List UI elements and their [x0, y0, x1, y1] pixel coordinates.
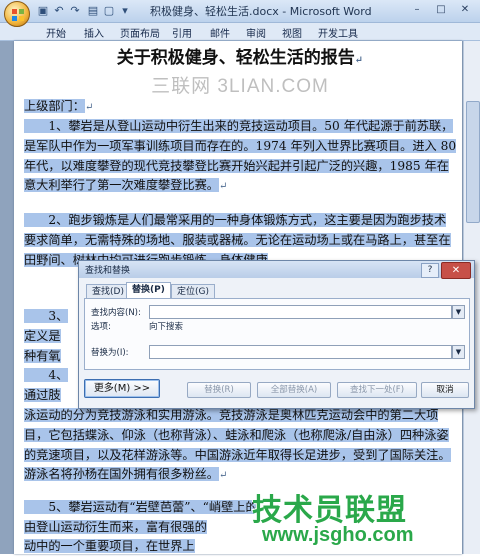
paragraph-4-body[interactable]: 泳运动的分为竞技游泳和实用游泳。竞技游泳是奥林匹克运动会中的第二大项目，它包括蝶… — [24, 406, 458, 486]
tab-developer[interactable]: 开发工具 — [318, 25, 358, 40]
save-icon[interactable]: ▣ — [36, 4, 50, 18]
tab-replace[interactable]: 替换(P) — [126, 282, 171, 299]
replace-with-input[interactable] — [149, 345, 452, 359]
dialog-close-button[interactable]: ✕ — [441, 262, 471, 279]
tab-goto[interactable]: 定位(G) — [171, 284, 215, 299]
replace-button[interactable]: 替换(R) — [187, 382, 251, 398]
find-what-input[interactable] — [149, 305, 452, 319]
replace-all-button[interactable]: 全部替换(A) — [257, 382, 331, 398]
dialog-title-bar[interactable]: 查找和替换 ? ✕ — [79, 261, 474, 279]
find-dropdown-icon[interactable]: ▼ — [452, 305, 465, 319]
site-watermark: 三联网 3LIAN.COM — [151, 76, 329, 97]
replace-with-label: 替换为(I): — [91, 348, 129, 358]
redo-icon[interactable]: ↷ — [68, 4, 82, 18]
dialog-title: 查找和替换 — [85, 266, 131, 276]
options-value: 向下搜索 — [149, 322, 184, 332]
replace-dropdown-icon[interactable]: ▼ — [452, 345, 465, 359]
find-next-button[interactable]: 查找下一处(F) — [337, 382, 417, 398]
dialog-help-button[interactable]: ? — [421, 263, 439, 278]
office-logo-icon — [12, 9, 24, 21]
site-logo: 技术员联盟 — [252, 493, 407, 528]
site-url: www.jsgho.com — [262, 524, 414, 546]
cancel-button[interactable]: 取消 — [421, 382, 469, 398]
undo-icon[interactable]: ↶ — [52, 4, 66, 18]
close-button[interactable]: ✕ — [454, 2, 476, 18]
window-title: 积极健身、轻松生活.docx - Microsoft Word — [150, 5, 372, 18]
find-replace-dialog: 查找和替换 ? ✕ 查找(D) 替换(P) 定位(G) 查找内容(N): ▼ 选… — [78, 260, 475, 409]
print-preview-icon[interactable]: ▤ — [86, 4, 100, 18]
tab-insert[interactable]: 插入 — [84, 25, 104, 40]
ribbon-tabs: 开始 插入 页面布局 引用 邮件 审阅 视图 开发工具 — [0, 23, 480, 41]
tab-mailings[interactable]: 邮件 — [210, 25, 230, 40]
minimize-button[interactable]: – — [406, 2, 428, 18]
tab-find[interactable]: 查找(D) — [86, 284, 130, 299]
tab-page-layout[interactable]: 页面布局 — [120, 25, 160, 40]
more-button[interactable]: 更多(M) >> — [84, 379, 160, 398]
title-bar: ▣ ↶ ↷ ▤ ▢ ▾ 积极健身、轻松生活.docx - Microsoft W… — [0, 0, 480, 27]
qat-customize-icon[interactable]: ▾ — [118, 4, 132, 18]
tab-references[interactable]: 引用 — [172, 25, 192, 40]
paragraph-1[interactable]: 1、攀岩是从登山运动中衍生出来的竞技运动项目。50 年代起源于前苏联，是军队中作… — [24, 117, 458, 197]
replace-panel: 查找内容(N): ▼ 选项: 向下搜索 替换为(I): ▼ — [84, 298, 470, 370]
document-title: 关于积极健身、轻松生活的报告↵ — [116, 48, 364, 68]
scrollbar-thumb[interactable] — [466, 101, 480, 223]
find-what-label: 查找内容(N): — [91, 308, 141, 318]
maximize-button[interactable]: □ — [430, 2, 452, 18]
options-label: 选项: — [91, 322, 111, 332]
tab-home[interactable]: 开始 — [46, 25, 66, 40]
new-doc-icon[interactable]: ▢ — [102, 4, 116, 18]
office-button[interactable] — [4, 1, 30, 27]
tab-view[interactable]: 视图 — [282, 25, 302, 40]
greeting-line[interactable]: 上级部门：↵ — [24, 97, 458, 118]
tab-review[interactable]: 审阅 — [246, 25, 266, 40]
